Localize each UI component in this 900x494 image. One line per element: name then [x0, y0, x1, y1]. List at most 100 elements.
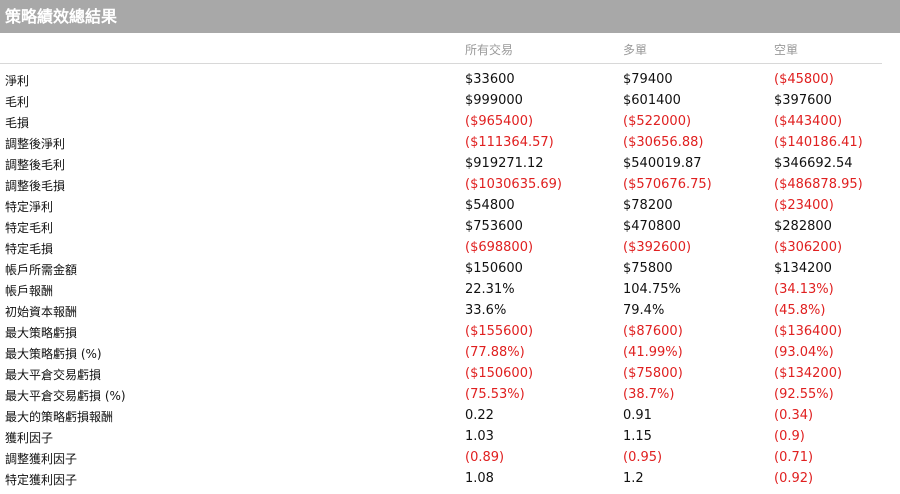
- column-header-short: 空單: [774, 43, 799, 57]
- table-cell: ($698800): [465, 240, 534, 255]
- table-cell: $753600: [465, 219, 523, 234]
- table-cell: ($155600): [465, 324, 534, 339]
- table-cell: (77.88%): [465, 345, 525, 360]
- table-cell: 0.91: [623, 408, 652, 423]
- table-cell: ($392600): [623, 240, 692, 255]
- table-cell: (45.8%): [774, 303, 826, 318]
- row-label: 調整後淨利: [5, 137, 66, 151]
- table-cell: (41.99%): [623, 345, 683, 360]
- table-row: 帳戶報酬 22.31% 104.75% (34.13%): [0, 280, 900, 301]
- table-row: 特定淨利 $54800 $78200 ($23400): [0, 196, 900, 217]
- row-label: 特定淨利: [5, 200, 54, 214]
- table-cell: ($443400): [774, 114, 843, 129]
- table-cell: (0.9): [774, 429, 805, 444]
- row-label: 帳戶所需金額: [5, 263, 78, 277]
- row-label: 調整獲利因子: [5, 452, 78, 466]
- row-label: 初始資本報酬: [5, 305, 78, 319]
- table-row: 調整獲利因子 (0.89) (0.95) (0.71): [0, 448, 900, 469]
- column-header-all-trades: 所有交易: [465, 43, 514, 57]
- table-cell: $75800: [623, 261, 673, 276]
- table-cell: ($150600): [465, 366, 534, 381]
- table-cell: 1.15: [623, 429, 652, 444]
- row-label: 調整後毛損: [5, 179, 66, 193]
- table-cell: 79.4%: [623, 303, 665, 318]
- table-cell: $601400: [623, 93, 681, 108]
- row-label: 最大平倉交易虧損 (%): [5, 389, 126, 403]
- row-label: 最大策略虧損: [5, 326, 78, 340]
- table-cell: ($45800): [774, 72, 834, 87]
- table-row: 帳戶所需金額 $150600 $75800 $134200: [0, 259, 900, 280]
- table-cell: (93.04%): [774, 345, 834, 360]
- table-cell: 1.03: [465, 429, 494, 444]
- table-cell: (92.55%): [774, 387, 834, 402]
- table-cell: (34.13%): [774, 282, 834, 297]
- table-cell: (0.95): [623, 450, 663, 465]
- table-row: 最大平倉交易虧損 (%) (75.53%) (38.7%) (92.55%): [0, 385, 900, 406]
- table-cell: (0.92): [774, 471, 814, 486]
- table-row: 初始資本報酬 33.6% 79.4% (45.8%): [0, 301, 900, 322]
- table-cell: ($23400): [774, 198, 834, 213]
- table-cell: $282800: [774, 219, 832, 234]
- table-cell: $79400: [623, 72, 673, 87]
- table-cell: $33600: [465, 72, 515, 87]
- table-cell: ($136400): [774, 324, 843, 339]
- table-cell: ($522000): [623, 114, 692, 129]
- table-cell: ($965400): [465, 114, 534, 129]
- table-cell: ($1030635.69): [465, 177, 562, 192]
- table-cell: 22.31%: [465, 282, 515, 297]
- table-row: 毛損 ($965400) ($522000) ($443400): [0, 112, 900, 133]
- table-row: 調整後毛損 ($1030635.69) ($570676.75) ($486878.9…: [0, 175, 900, 196]
- row-label: 最大的策略虧損報酬: [5, 410, 114, 424]
- table-row: 特定獲利因子 1.08 1.2 (0.92): [0, 469, 900, 490]
- table-cell: $346692.54: [774, 156, 853, 171]
- table-row: 最大策略虧損 ($155600) ($87600) ($136400): [0, 322, 900, 343]
- table-row: 獲利因子 1.03 1.15 (0.9): [0, 427, 900, 448]
- table-cell: ($306200): [774, 240, 843, 255]
- table-cell: $540019.87: [623, 156, 702, 171]
- row-label: 特定毛損: [5, 242, 54, 256]
- table-cell: $919271.12: [465, 156, 544, 171]
- table-cell: (0.34): [774, 408, 814, 423]
- table-cell: (75.53%): [465, 387, 525, 402]
- row-label: 毛利: [5, 95, 30, 109]
- row-label: 帳戶報酬: [5, 284, 54, 298]
- table-cell: $78200: [623, 198, 673, 213]
- table-row: 調整後淨利 ($111364.57) ($30656.88) ($140186.41): [0, 133, 900, 154]
- table-cell: ($134200): [774, 366, 843, 381]
- table-row: 最大平倉交易虧損 ($150600) ($75800) ($134200): [0, 364, 900, 385]
- table-row: 毛利 $999000 $601400 $397600: [0, 91, 900, 112]
- table-cell: 33.6%: [465, 303, 507, 318]
- column-header-long: 多單: [623, 43, 648, 57]
- table-cell: ($111364.57): [465, 135, 554, 150]
- table-cell: ($570676.75): [623, 177, 712, 192]
- page-title: 策略績效總結果: [0, 0, 900, 33]
- table-row: 調整後毛利 $919271.12 $540019.87 $346692.54: [0, 154, 900, 175]
- table-cell: $150600: [465, 261, 523, 276]
- table-cell: $470800: [623, 219, 681, 234]
- table-cell: $999000: [465, 93, 523, 108]
- table-cell: $397600: [774, 93, 832, 108]
- table-cell: 0.22: [465, 408, 494, 423]
- table-row: 特定毛利 $753600 $470800 $282800: [0, 217, 900, 238]
- table-cell: ($87600): [623, 324, 683, 339]
- row-label: 最大策略虧損 (%): [5, 347, 102, 361]
- table-cell: ($30656.88): [623, 135, 704, 150]
- row-label: 毛損: [5, 116, 30, 130]
- row-label: 調整後毛利: [5, 158, 66, 172]
- row-label: 最大平倉交易虧損: [5, 368, 102, 382]
- table-cell: (0.89): [465, 450, 505, 465]
- row-label: 淨利: [5, 74, 30, 88]
- column-header-row: 所有交易 多單 空單: [0, 33, 882, 64]
- summary-table: 淨利 $33600 $79400 ($45800) 毛利 $999000 $601400 $3…: [0, 64, 900, 490]
- table-row: 特定毛損 ($698800) ($392600) ($306200): [0, 238, 900, 259]
- table-cell: $134200: [774, 261, 832, 276]
- row-label: 特定毛利: [5, 221, 54, 235]
- table-cell: 1.08: [465, 471, 494, 486]
- table-cell: 1.2: [623, 471, 644, 486]
- table-row: 最大策略虧損 (%) (77.88%) (41.99%) (93.04%): [0, 343, 900, 364]
- table-cell: ($75800): [623, 366, 683, 381]
- table-cell: (38.7%): [623, 387, 675, 402]
- table-cell: ($140186.41): [774, 135, 863, 150]
- table-row: 淨利 $33600 $79400 ($45800): [0, 70, 900, 91]
- table-row: 最大的策略虧損報酬 0.22 0.91 (0.34): [0, 406, 900, 427]
